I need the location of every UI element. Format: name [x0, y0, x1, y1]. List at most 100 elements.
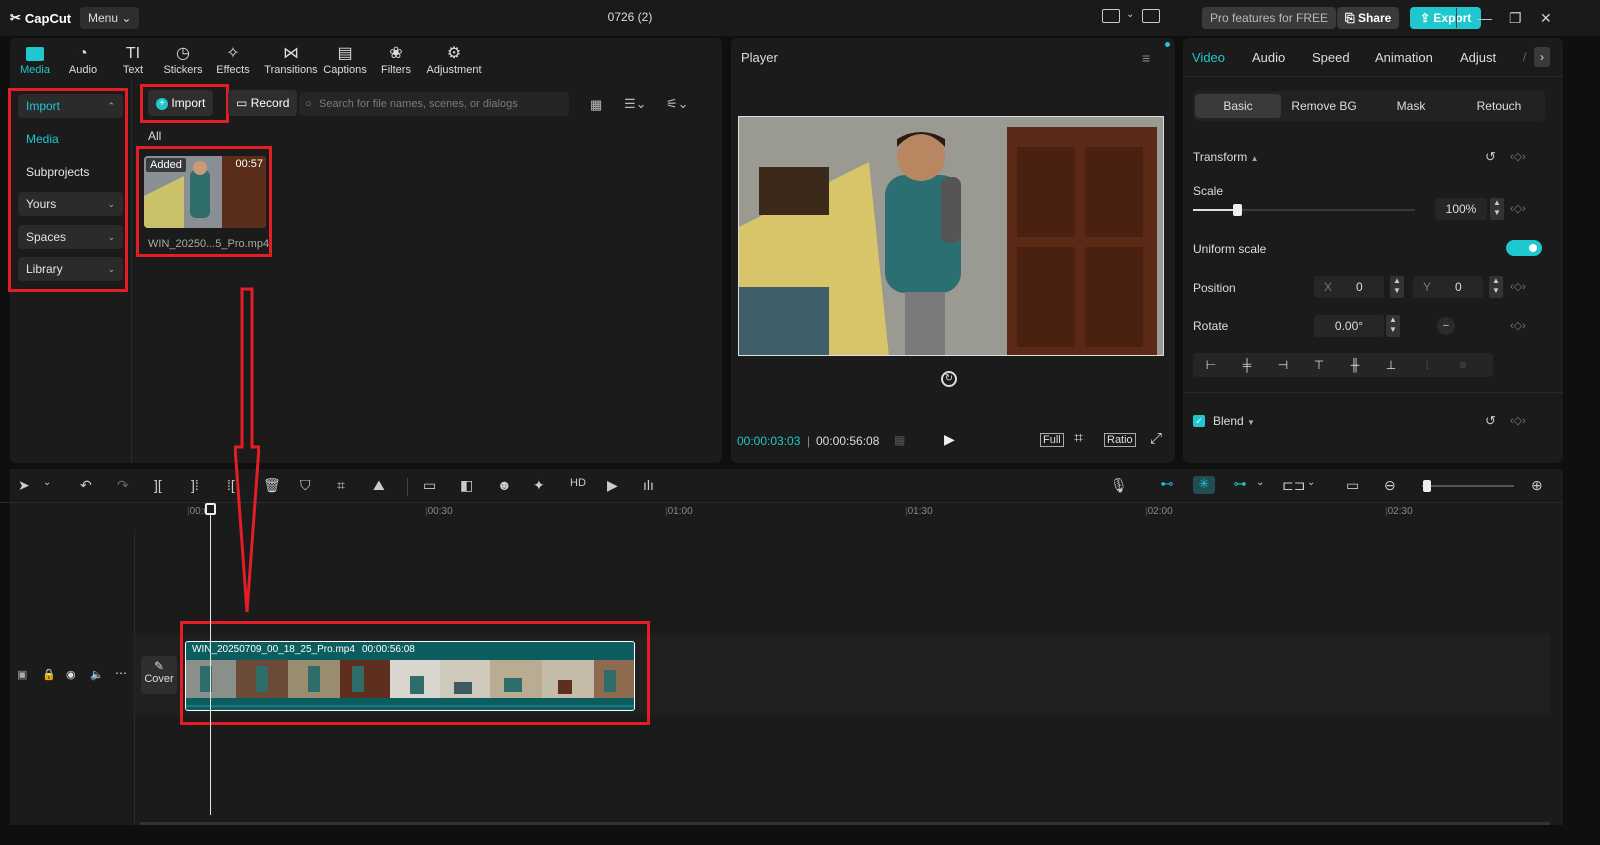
split-icon[interactable]: ][ [154, 477, 162, 493]
share-button[interactable]: ⎘ Share [1337, 7, 1400, 29]
chevron-down-icon[interactable]: ⌄ [1126, 9, 1134, 20]
playhead-line[interactable] [210, 505, 211, 815]
eye-icon[interactable]: ◉ [66, 668, 76, 681]
delete-icon[interactable]: 🗑 [263, 477, 281, 494]
undo-icon[interactable]: ↶ [80, 477, 92, 494]
microphone-icon[interactable]: 🎙 [1110, 477, 1128, 494]
tab-speed[interactable]: Speed [1312, 50, 1350, 65]
freeze-icon[interactable]: ⛰ [373, 477, 385, 494]
tool-adjustment[interactable]: ⚙ Adjustment [423, 44, 485, 76]
distribute-h-icon[interactable]: ⁞ [1409, 358, 1445, 372]
filter-all[interactable]: All [148, 129, 161, 143]
keyframe-nav-icon[interactable]: ‹◇› [1510, 414, 1526, 427]
export-button[interactable]: ⇪ Export [1410, 7, 1482, 29]
keyframe-nav-icon[interactable]: ‹◇› [1510, 319, 1526, 332]
align-center-v-icon[interactable]: ╫ [1337, 358, 1373, 372]
chevron-right-icon[interactable]: › [1534, 47, 1550, 67]
keyframe-nav-icon[interactable]: ‹◇› [1510, 150, 1526, 163]
menu-button[interactable]: Menu ⌄ [80, 7, 140, 29]
chevron-down-icon[interactable]: ⌄ [1307, 477, 1315, 488]
zoom-slider-handle[interactable] [1422, 480, 1431, 492]
minimize-icon[interactable]: — [1478, 10, 1492, 26]
reset-icon[interactable]: ↺ [1485, 149, 1496, 165]
split-left-icon[interactable]: ]⁞ [191, 477, 199, 493]
more-options-icon[interactable]: ⋯ [115, 666, 127, 680]
align-bottom-icon[interactable]: ⊥ [1373, 358, 1409, 372]
rotate-preview-icon[interactable]: ↻ [941, 371, 957, 387]
align-right-icon[interactable]: ⊣ [1265, 358, 1301, 372]
align-top-icon[interactable]: ⊤ [1301, 358, 1337, 372]
fullscreen-icon[interactable]: ⤢ [1150, 430, 1162, 447]
position-y-stepper[interactable]: ▲ ▼ [1489, 276, 1503, 298]
crop-icon[interactable]: ⌗ [337, 477, 345, 494]
align-center-h-icon[interactable]: ╪ [1229, 358, 1265, 372]
record-button[interactable]: ▭ Record [228, 90, 298, 116]
scale-stepper[interactable]: ▲ ▼ [1490, 198, 1504, 220]
chevron-down-icon[interactable]: ⌄ [43, 477, 51, 488]
lock-icon[interactable]: 🔒 [42, 668, 56, 681]
pro-features-button[interactable]: Pro features for FREE [1202, 7, 1337, 29]
subtab-retouch[interactable]: Retouch [1456, 94, 1542, 118]
position-y-field[interactable]: Y 0 [1413, 276, 1483, 298]
preview-axis-icon[interactable]: ⊏⊐ [1282, 477, 1305, 494]
hamburger-menu-icon[interactable]: ≡ [1142, 50, 1150, 66]
subtab-mask[interactable]: Mask [1368, 94, 1454, 118]
playhead-handle[interactable] [205, 503, 216, 515]
auto-reframe-icon[interactable]: ▶ [607, 477, 618, 494]
mirror-icon[interactable]: ◧ [460, 477, 473, 494]
distribute-v-icon[interactable]: ≡ [1445, 358, 1481, 372]
search-input[interactable]: ○ Search for file names, scenes, or dial… [299, 92, 569, 116]
scale-value-field[interactable]: 100% [1435, 198, 1487, 220]
tool-effects[interactable]: ✧ Effects [208, 44, 258, 76]
tool-media[interactable]: Media [10, 44, 60, 76]
audio-wave-icon[interactable]: ılı [643, 477, 654, 493]
scale-slider-handle[interactable] [1233, 204, 1243, 216]
auto-snapping-icon[interactable]: ✳ [1193, 476, 1215, 494]
caption-track-icon[interactable]: ▭ [1346, 477, 1359, 494]
rotate-field[interactable]: 0.00° [1314, 315, 1384, 337]
align-left-icon[interactable]: ⊢ [1193, 358, 1229, 372]
play-icon[interactable]: ▶ [944, 431, 955, 448]
position-x-stepper[interactable]: ▲ ▼ [1390, 276, 1404, 298]
keyframe-nav-icon[interactable]: ‹◇› [1510, 202, 1526, 215]
tool-captions[interactable]: ▤ Captions [320, 44, 370, 76]
uniform-scale-toggle[interactable] [1506, 240, 1542, 256]
main-track-magnet-icon[interactable]: ⊷ [1156, 476, 1178, 494]
zoom-slider-track[interactable] [1422, 480, 1514, 492]
select-tool-icon[interactable]: ➤ [18, 477, 30, 494]
tab-audio[interactable]: Audio [1252, 50, 1285, 65]
sort-icon[interactable]: ☰⌄ [624, 96, 647, 112]
rotate-dial[interactable]: – [1437, 317, 1455, 335]
grid-view-icon[interactable]: ▦ [590, 97, 602, 113]
scale-slider-track[interactable] [1193, 204, 1415, 216]
linkage-icon[interactable]: ⊶ [1229, 476, 1251, 494]
snapshot-icon[interactable]: ⌗ [1074, 430, 1083, 448]
tool-audio[interactable]: ◔ Audio [58, 44, 108, 76]
marker-icon[interactable]: ⛉ [300, 477, 311, 494]
restore-icon[interactable]: ❐ [1509, 10, 1522, 27]
tab-video[interactable]: Video [1192, 50, 1225, 65]
tool-text[interactable]: TI Text [108, 44, 158, 76]
tool-filters[interactable]: ❀ Filters [371, 44, 421, 76]
extract-audio-icon[interactable]: ▭ [423, 477, 436, 494]
speaker-icon[interactable]: 🔈 [90, 668, 104, 681]
subtab-basic[interactable]: Basic [1195, 94, 1281, 118]
cover-button[interactable]: ✎ Cover [141, 656, 177, 694]
tab-adjust[interactable]: Adjust [1460, 50, 1496, 65]
layout-icon[interactable] [1102, 9, 1120, 23]
transform-header[interactable]: Transform ▲ [1193, 150, 1259, 164]
keyframe-nav-icon[interactable]: ‹◇› [1510, 280, 1526, 293]
tab-animation[interactable]: Animation [1375, 50, 1433, 65]
zoom-in-icon[interactable]: ⊕ [1531, 477, 1543, 494]
blend-header[interactable]: Blend ▼ [1213, 414, 1255, 428]
reset-icon[interactable]: ↺ [1485, 413, 1496, 429]
tool-stickers[interactable]: ◷ Stickers [158, 44, 208, 76]
close-icon[interactable]: ✕ [1540, 10, 1552, 27]
filter-icon[interactable]: ⚟⌄ [666, 96, 689, 112]
rotate-stepper[interactable]: ▲ ▼ [1386, 315, 1400, 337]
shortcuts-icon[interactable] [1142, 9, 1160, 23]
full-quality-button[interactable]: Full [1040, 433, 1064, 447]
timeline-ruler[interactable]: |00:00 |00:30 |01:00 |01:30 |02:00 |02:3… [135, 503, 1563, 519]
timeline-grid-icon[interactable]: ▦ [894, 433, 905, 447]
remove-bg-icon[interactable]: ☻ [497, 477, 512, 493]
